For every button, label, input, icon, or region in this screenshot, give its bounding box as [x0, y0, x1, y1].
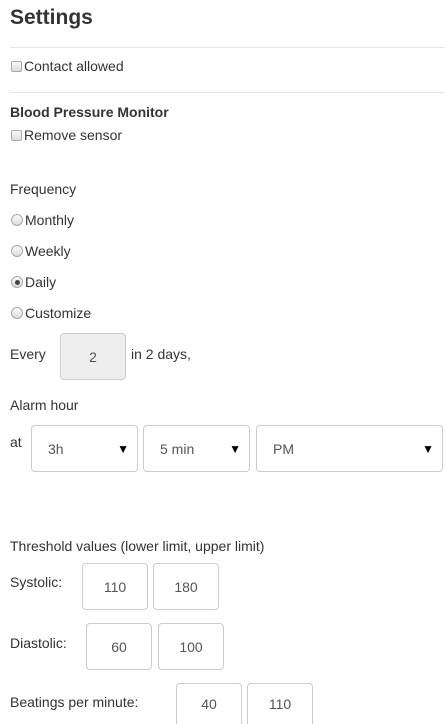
bpm-label: Beatings per minute:	[10, 694, 139, 710]
ampm-select-value: PM	[273, 440, 294, 457]
chevron-down-icon: ▼	[422, 441, 434, 456]
chevron-down-icon: ▼	[229, 441, 241, 456]
radio-daily[interactable]: Daily	[11, 274, 56, 290]
divider	[10, 92, 445, 93]
diastolic-upper-input[interactable]: 100	[158, 623, 224, 670]
minute-select-value: 5 min	[160, 440, 195, 457]
contact-allowed-checkbox-row[interactable]: Contact allowed	[11, 58, 124, 74]
hour-select[interactable]: 3h ▼	[31, 425, 138, 472]
radio-monthly-label: Monthly	[25, 212, 75, 228]
systolic-label: Systolic:	[10, 574, 63, 590]
diastolic-lower-input[interactable]: 60	[86, 623, 152, 670]
remove-sensor-label: Remove sensor	[24, 127, 123, 143]
systolic-upper-input[interactable]: 180	[153, 563, 219, 610]
radio-weekly-control[interactable]	[11, 245, 23, 257]
bpm-lower-input[interactable]: 40	[176, 683, 242, 724]
frequency-label: Frequency	[10, 181, 77, 197]
remove-sensor-checkbox[interactable]	[11, 129, 22, 141]
radio-weekly-label: Weekly	[25, 243, 71, 259]
radio-daily-control[interactable]	[11, 276, 23, 288]
contact-allowed-label: Contact allowed	[24, 58, 124, 74]
hour-select-value: 3h	[48, 440, 64, 457]
systolic-lower-input[interactable]: 110	[82, 563, 148, 610]
every-value-input[interactable]: 2	[60, 333, 126, 380]
radio-daily-label: Daily	[25, 274, 57, 290]
remove-sensor-checkbox-row[interactable]: Remove sensor	[11, 127, 122, 143]
diastolic-label: Diastolic:	[10, 635, 67, 651]
minute-select[interactable]: 5 min ▼	[143, 425, 250, 472]
radio-customize-label: Customize	[25, 305, 92, 321]
ampm-select[interactable]: PM ▼	[256, 425, 443, 472]
radio-monthly[interactable]: Monthly	[11, 212, 74, 228]
threshold-heading: Threshold values (lower limit, upper lim…	[10, 538, 265, 554]
radio-monthly-control[interactable]	[11, 214, 23, 226]
radio-customize[interactable]: Customize	[11, 305, 91, 321]
every-suffix: in 2 days,	[131, 346, 191, 362]
chevron-down-icon: ▼	[117, 441, 129, 456]
page-title: Settings	[10, 6, 93, 29]
device-heading: Blood Pressure Monitor	[10, 104, 169, 120]
radio-weekly[interactable]: Weekly	[11, 243, 71, 259]
radio-customize-control[interactable]	[11, 307, 23, 319]
contact-allowed-checkbox[interactable]	[11, 60, 22, 72]
every-prefix: Every	[10, 346, 46, 362]
alarm-at-label: at	[10, 434, 22, 450]
bpm-upper-input[interactable]: 110	[247, 683, 313, 724]
divider	[10, 47, 445, 48]
alarm-hour-label: Alarm hour	[10, 397, 79, 413]
